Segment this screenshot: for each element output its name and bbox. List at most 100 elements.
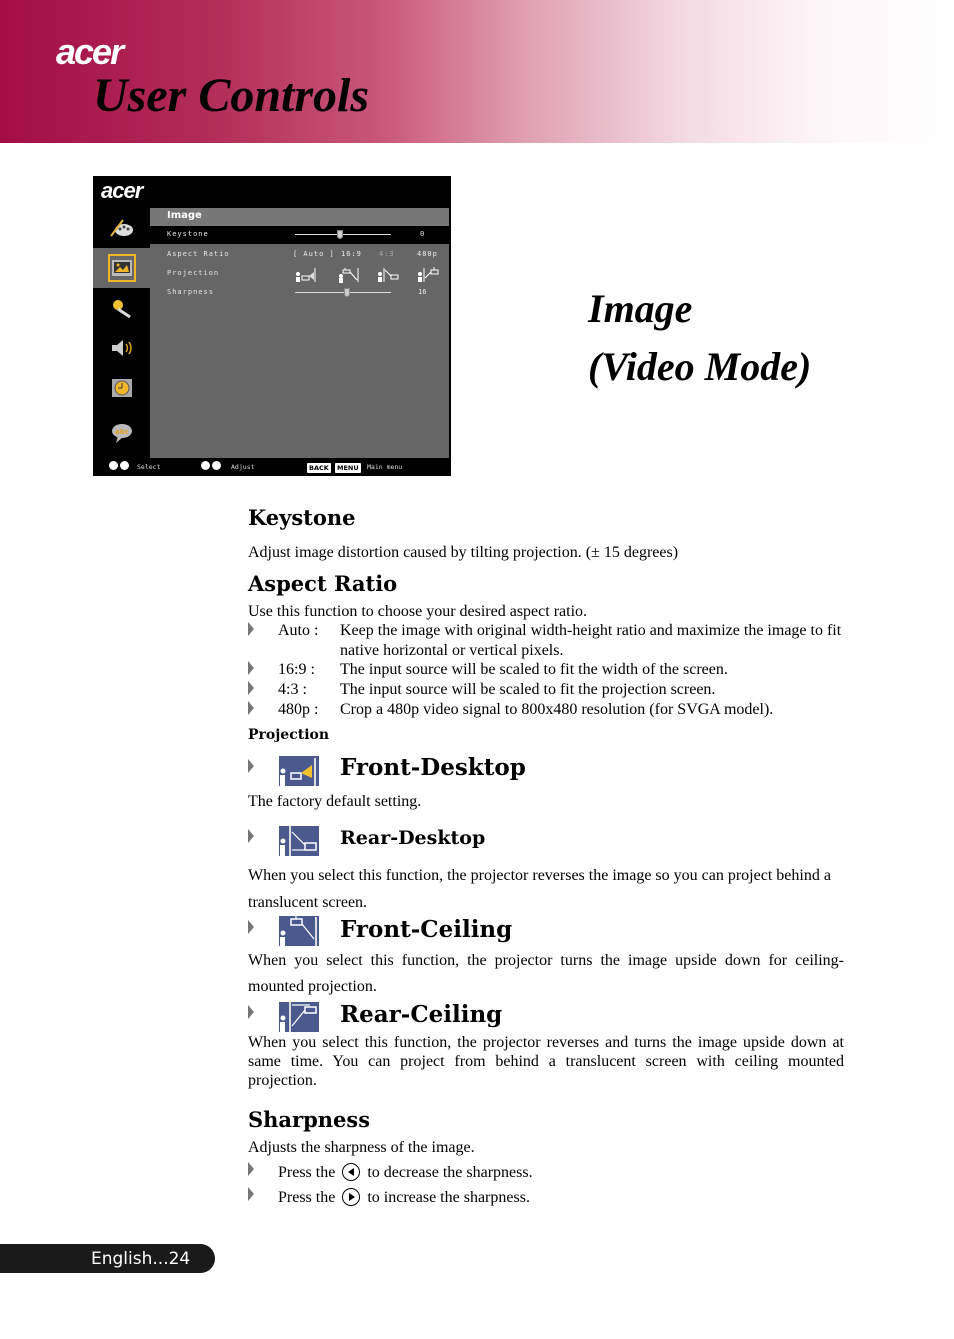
front-ceiling-icon[interactable] <box>338 266 360 283</box>
aspect-item-desc: The input source will be scaled to fit t… <box>340 661 728 678</box>
osd-sidebar-item-image[interactable] <box>93 248 150 288</box>
front-desktop-title: Front-Desktop <box>340 754 526 781</box>
bullet-icon <box>248 661 254 675</box>
left-right-arrows-icon <box>201 461 221 470</box>
osd-main-menu-label: Main menu <box>367 463 403 471</box>
svg-text:abc: abc <box>115 428 129 436</box>
rear-desktop-title: Rear-Desktop <box>340 827 486 849</box>
keystone-slider-knob[interactable] <box>337 230 343 239</box>
color-palette-icon <box>109 219 133 237</box>
sharpness-item-suffix: to decrease the sharpness. <box>367 1164 533 1181</box>
image-icon <box>111 260 132 276</box>
osd-row-projection[interactable]: Projection <box>150 265 449 283</box>
right-arrow-button-icon <box>342 1188 361 1206</box>
bullet-icon <box>248 681 254 695</box>
header-banner: acer User Controls <box>0 0 954 143</box>
sharpness-heading: Sharpness <box>248 1107 371 1132</box>
osd-sidebar-item-settings[interactable] <box>93 288 150 328</box>
bullet-icon <box>248 1005 254 1019</box>
page-number-tab: English...24 <box>0 1244 215 1273</box>
aspect-item-label: Auto : <box>278 622 319 639</box>
language-abc-icon: abc <box>111 424 132 443</box>
front-desktop-icon[interactable] <box>295 266 317 283</box>
settings-wrench-icon <box>112 300 131 319</box>
osd-footer: Select Adjust BACK MENU Main menu <box>93 458 451 476</box>
left-arrow-button-icon <box>342 1163 361 1181</box>
bullet-icon <box>248 829 254 843</box>
acer-logo: acer <box>56 31 124 72</box>
osd-adjust-label: Adjust <box>231 463 255 471</box>
rear-ceiling-desc: When you select this function, the proje… <box>248 1034 844 1090</box>
sharpness-slider-knob[interactable] <box>344 288 350 297</box>
osd-row-aspect-ratio[interactable]: Aspect Ratio [ Auto ] 16:9 4:3 480p <box>150 246 449 264</box>
keystone-slider[interactable] <box>295 230 391 239</box>
sharpness-item-prefix: Press the <box>278 1164 336 1181</box>
rear-desktop-icon <box>279 826 319 856</box>
osd-select-label: Select <box>137 463 161 471</box>
bullet-icon <box>248 759 254 773</box>
aspect-option-4-3[interactable]: 4:3 <box>379 250 395 258</box>
speaker-icon <box>111 340 132 356</box>
rear-ceiling-title: Rear-Ceiling <box>340 1001 503 1028</box>
aspect-option-16-9[interactable]: 16:9 <box>341 250 362 258</box>
up-down-arrows-icon <box>109 461 129 470</box>
front-ceiling-icon <box>279 916 319 946</box>
bullet-icon <box>248 920 254 934</box>
sharpness-value: 16 <box>418 288 427 296</box>
aspect-item-desc: The input source will be scaled to fit t… <box>340 681 716 698</box>
rear-desktop-icon[interactable] <box>377 266 399 283</box>
osd-row-label: Projection <box>167 269 220 277</box>
aspect-item-desc: Keep the image with original width-heigh… <box>340 622 842 659</box>
sharpness-item-suffix: to increase the sharpness. <box>367 1189 530 1206</box>
keystone-heading: Keystone <box>248 505 356 530</box>
aspect-ratio-heading: Aspect Ratio <box>248 571 398 596</box>
osd-sidebar: abc <box>93 208 150 458</box>
section-title-line2: (Video Mode) <box>588 344 812 389</box>
osd-menu-key: MENU <box>335 463 361 473</box>
bullet-icon <box>248 701 254 715</box>
sharpness-item-increase: Press the to increase the sharpness. <box>278 1188 838 1207</box>
osd-acer-logo: acer <box>101 178 143 203</box>
osd-menu-screenshot: acer abc Image Keystone 0 Aspect Ratio [… <box>93 176 451 476</box>
osd-back-key: BACK <box>307 463 331 473</box>
osd-row-label: Aspect Ratio <box>167 250 230 258</box>
aspect-item-desc: Crop a 480p video signal to 800x480 reso… <box>340 701 774 718</box>
rear-ceiling-icon[interactable] <box>417 266 439 283</box>
sharpness-item-decrease: Press the to decrease the sharpness. <box>278 1163 838 1182</box>
aspect-ratio-intro: Use this function to choose your desired… <box>248 603 588 620</box>
aspect-item-label: 480p : <box>278 701 319 718</box>
sharpness-intro: Adjusts the sharpness of the image. <box>248 1139 475 1156</box>
clock-icon <box>111 379 132 397</box>
rear-ceiling-icon <box>279 1002 319 1032</box>
rear-desktop-desc: When you select this function, the proje… <box>248 867 831 911</box>
osd-row-keystone[interactable]: Keystone 0 <box>150 226 449 244</box>
sharpness-item-prefix: Press the <box>278 1189 336 1206</box>
projection-heading: Projection <box>248 727 330 743</box>
bullet-icon <box>248 1187 254 1201</box>
page-number-label: English...24 <box>91 1249 191 1269</box>
osd-image-panel: Image Keystone 0 Aspect Ratio [ Auto ] 1… <box>150 208 449 458</box>
front-ceiling-title: Front-Ceiling <box>340 916 513 943</box>
page-title: User Controls <box>93 69 370 122</box>
aspect-option-480p[interactable]: 480p <box>417 250 438 258</box>
osd-sidebar-item-language[interactable]: abc <box>93 413 150 453</box>
aspect-option-auto[interactable]: [ Auto ] <box>293 250 335 258</box>
section-title: Image (Video Mode) <box>588 280 811 396</box>
sharpness-slider[interactable] <box>295 288 391 297</box>
osd-menu-title: Image <box>167 210 202 221</box>
osd-sidebar-item-color[interactable] <box>93 208 150 248</box>
keystone-text: Adjust image distortion caused by tiltin… <box>248 544 679 561</box>
osd-title-bar: Image <box>150 208 449 226</box>
front-desktop-icon <box>279 756 319 786</box>
aspect-item-label: 16:9 : <box>278 661 315 678</box>
front-ceiling-desc: When you select this function, the proje… <box>248 952 844 995</box>
osd-row-sharpness[interactable]: Sharpness 16 <box>150 284 449 302</box>
osd-sidebar-item-timer[interactable] <box>93 368 150 408</box>
keystone-value: 0 <box>420 230 425 238</box>
osd-sidebar-item-audio[interactable] <box>93 328 150 368</box>
section-title-line1: Image <box>588 286 693 331</box>
osd-row-label: Sharpness <box>167 288 214 296</box>
osd-row-label: Keystone <box>167 230 209 238</box>
front-desktop-desc: The factory default setting. <box>248 793 422 810</box>
bullet-icon <box>248 622 254 636</box>
